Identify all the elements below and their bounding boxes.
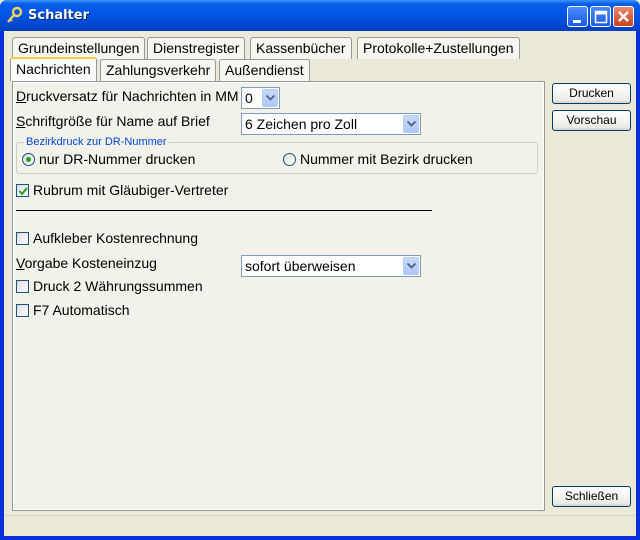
schriftgroesse-label: Schriftgröße für Name auf Brief [16,113,210,129]
rubrum-label[interactable]: Rubrum mit Gläubiger-Vertreter [33,182,228,198]
druckversatz-combo[interactable]: 0 [241,87,280,109]
separator-line [16,210,432,211]
radio-selected-dot [26,157,31,162]
minimize-button[interactable] [567,6,588,27]
radio-nur-dr-nummer[interactable] [22,153,35,166]
druckversatz-value: 0 [245,90,253,106]
f7-label[interactable]: F7 Automatisch [33,302,130,318]
tab-grundeinstellungen[interactable]: Grundeinstellungen [12,37,146,59]
maximize-button[interactable] [590,6,611,27]
title-bar[interactable]: Schalter [0,0,640,31]
rubrum-checkbox[interactable] [16,184,29,197]
druckversatz-label: Druckversatz für Nachrichten in MM [16,88,239,104]
drucken-button[interactable]: Drucken [552,83,631,104]
vorschau-button[interactable]: Vorschau [552,110,631,131]
checkmark-icon [18,187,28,196]
maximize-icon [594,10,608,24]
radio-nummer-mit-bezirk[interactable] [283,153,296,166]
minimize-icon [573,20,581,23]
schliessen-button[interactable]: Schließen [552,486,631,507]
aufkleber-label[interactable]: Aufkleber Kostenrechnung [33,230,198,246]
radio-nur-dr-nummer-label[interactable]: nur DR-Nummer drucken [39,151,195,167]
aufkleber-checkbox[interactable] [16,232,29,245]
tab-nachrichten[interactable]: Nachrichten [10,57,97,81]
chevron-down-icon[interactable] [262,89,278,107]
schriftgroesse-combo[interactable]: 6 Zeichen pro Zoll [241,113,421,135]
tab-dienstregister[interactable]: Dienstregister [147,37,246,59]
status-bar [4,515,636,536]
close-icon [618,11,629,22]
close-button[interactable] [613,6,634,27]
waehrung-label[interactable]: Druck 2 Währungssummen [33,278,203,294]
window-frame-bottom [0,536,640,540]
window-title: Schalter [28,8,89,23]
waehrung-checkbox[interactable] [16,280,29,293]
tab-zahlungsverkehr[interactable]: Zahlungsverkehr [100,59,217,81]
vorgabe-value: sofort überweisen [245,258,356,274]
f7-checkbox[interactable] [16,304,29,317]
vorgabe-combo[interactable]: sofort überweisen [241,255,421,277]
vorgabe-label: Vorgabe Kosteneinzug [16,255,157,271]
dialog-window: Schalter Grundeinstellungen Dienstregist… [0,0,640,540]
radio-nummer-mit-bezirk-label[interactable]: Nummer mit Bezirk drucken [300,151,473,167]
tab-aussendienst[interactable]: Außendienst [219,59,310,81]
key-icon [6,6,24,24]
tab-kassenbuecher[interactable]: Kassenbücher [250,37,352,59]
bezirkdruck-title: Bezirkdruck zur DR-Nummer [24,136,169,148]
chevron-down-icon[interactable] [403,115,419,133]
window-frame-right [636,31,640,540]
schriftgroesse-value: 6 Zeichen pro Zoll [245,116,358,132]
chevron-down-icon[interactable] [403,257,419,275]
tab-protokolle-zustellungen[interactable]: Protokolle+Zustellungen [357,37,520,59]
